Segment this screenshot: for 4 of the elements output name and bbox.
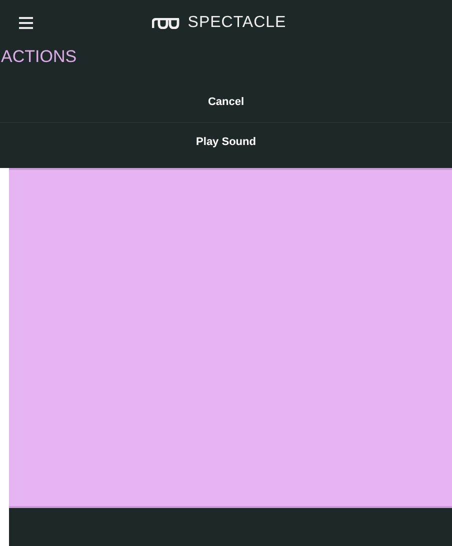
section-heading: ACTIONS <box>0 46 78 68</box>
glasses-icon <box>152 18 180 28</box>
app-title: SPECTACLE <box>188 13 286 33</box>
menu-icon[interactable] <box>19 17 33 29</box>
